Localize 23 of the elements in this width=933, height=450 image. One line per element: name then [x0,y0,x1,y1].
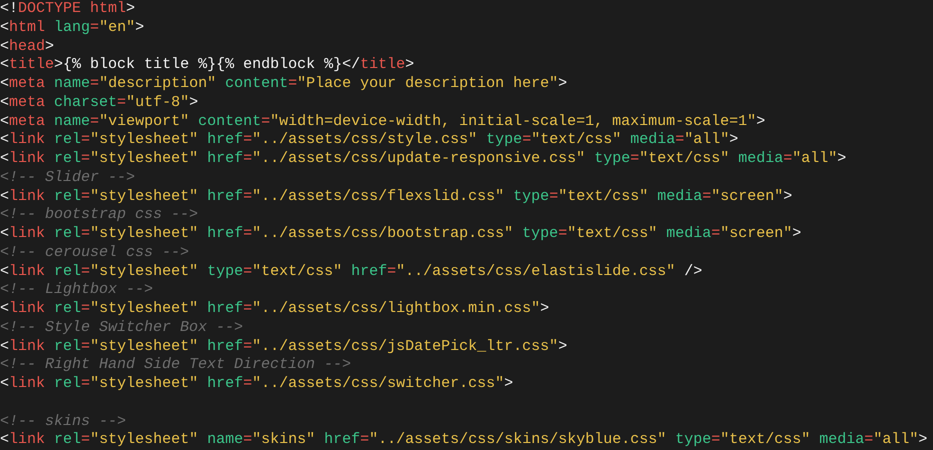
code-line: <!DOCTYPE html> [0,0,136,19]
code-line: <link rel="stylesheet" name="skins" href="../assets/css/skins/skyblue.css" type="text/css" media="all"> [0,431,928,450]
code-line: <link rel="stylesheet" href="../assets/css/style.css" type="text/css" media="all"> [0,131,738,150]
code-line: <!-- skins --> [0,412,126,432]
code-line: <!-- Style Switcher Box --> [0,318,244,338]
code-line: <head> [0,38,54,56]
code-line: <link rel="stylesheet" href="../assets/css/lightbox.min.css"> [0,300,550,319]
code-line: <link rel="stylesheet" href="../assets/css/bootstrap.css" type="text/css" media="screen"> [0,225,802,244]
code-line: <link rel="stylesheet" href="../assets/css/jsDatePick_ltr.css"> [0,338,568,356]
code-line: <!-- Right Hand Side Text Direction --> [0,356,352,375]
code-line: <link rel="stylesheet" href="../assets/css/switcher.css"> [0,375,514,394]
code-line: <link rel="stylesheet" href="../assets/css/update-responsive.css" type="text/css" media="all"> [0,150,846,169]
code-line: <meta name="description" content="Place your description here"> [0,75,568,94]
code-line: <html lang="en"> [0,18,144,38]
code-line: <!-- Lightbox --> [0,281,154,300]
code-line: <link rel="stylesheet" type="text/css" href="../assets/css/elastislide.css" /> [0,262,702,282]
code-line: <!-- cerousel css --> [0,244,190,262]
code-line: <meta charset="utf-8"> [0,94,198,112]
code-line: <title>{% block title %}{% endblock %}</title> [0,56,414,75]
code-line: <meta name="viewport" content="width=device-width, initial-scale=1, maximum-scale=1"> [0,112,766,132]
code-line: <!-- bootstrap css --> [0,206,198,225]
code-line: <!-- Slider --> [0,168,136,188]
code-line: <link rel="stylesheet" href="../assets/css/flexslid.css" type="text/css" media="screen"> [0,188,792,206]
